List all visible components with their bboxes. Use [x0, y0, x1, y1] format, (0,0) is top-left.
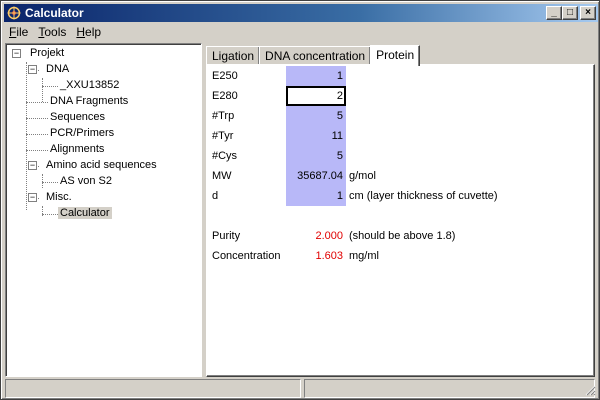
menu-help[interactable]: Help — [71, 23, 106, 41]
tree-connector — [42, 78, 43, 102]
tree-item-label: Sequences — [50, 111, 106, 123]
tree-item-label: Amino acid sequences — [46, 159, 157, 171]
tab-ligation[interactable]: Ligation — [206, 46, 261, 65]
unit-d: cm (layer thickness of cuvette) — [349, 190, 498, 202]
result-label-concentration: Concentration — [212, 250, 281, 262]
tab-protein[interactable]: Protein — [370, 45, 421, 66]
tree-item-calculator[interactable]: Calculator — [58, 205, 112, 221]
tree-item-sequences[interactable]: Sequences — [48, 109, 107, 125]
param-input-e280[interactable]: 2 — [286, 86, 346, 106]
tree-item-label: _XXU13852 — [60, 79, 120, 91]
menu-bar: File Tools Help — [4, 23, 598, 41]
menu-help-accel: H — [76, 25, 86, 39]
param-label-e250: E250 — [212, 70, 238, 82]
menu-help-label: elp — [85, 25, 102, 39]
param-input-mw[interactable]: 35687.04 — [286, 166, 346, 186]
param-input-trp[interactable]: 5 — [286, 106, 346, 126]
param-input-tyr[interactable]: 11 — [286, 126, 346, 146]
project-tree[interactable]: − Projekt − DNA _XXU13852 DNA Fragments … — [5, 43, 202, 377]
param-input-cys[interactable]: 5 — [286, 146, 346, 166]
tree-item-dna[interactable]: DNA — [44, 61, 71, 77]
collapse-icon[interactable]: − — [28, 161, 37, 170]
tree-connector — [42, 86, 58, 87]
protein-tab-content: E250 1 E280 2 #Trp 5 #Tyr 11 #Cys 5 MW 3… — [206, 64, 595, 377]
calculator-window: Calculator _ □ × File Tools Help − Proje… — [0, 0, 600, 400]
tree-connector — [26, 102, 48, 103]
tree-connector — [26, 118, 48, 119]
param-label-e280: E280 — [212, 90, 238, 102]
result-label-purity: Purity — [212, 230, 241, 242]
param-label-trp: #Trp — [212, 110, 235, 122]
tree-item-pcr-primers[interactable]: PCR/Primers — [48, 125, 116, 141]
tree-item-xxu13852[interactable]: _XXU13852 — [58, 77, 121, 93]
tree-item-alignments[interactable]: Alignments — [48, 141, 106, 157]
tree-item-label: DNA Fragments — [50, 95, 129, 107]
param-input-e250[interactable]: 1 — [286, 66, 346, 86]
tree-connector — [42, 182, 58, 183]
status-pane-left — [5, 379, 301, 398]
tree-item-label: DNA — [46, 63, 70, 75]
tree-item-as-von-s2[interactable]: AS von S2 — [58, 173, 114, 189]
result-note-concentration: mg/ml — [349, 250, 379, 262]
menu-file-label: ile — [16, 25, 29, 39]
close-icon: × — [585, 7, 591, 18]
collapse-icon[interactable]: − — [12, 49, 21, 58]
result-value-concentration: 1.603 — [315, 250, 343, 262]
unit-mw: g/mol — [349, 170, 376, 182]
window-title: Calculator — [25, 6, 84, 20]
tree-connector — [42, 174, 43, 188]
tree-connector — [26, 62, 27, 210]
param-input-d[interactable]: 1 — [286, 186, 346, 206]
menu-tools[interactable]: Tools — [33, 23, 71, 41]
maximize-button[interactable]: □ — [562, 6, 578, 20]
menu-file[interactable]: File — [4, 23, 33, 41]
tree-item-label: Calculator — [58, 207, 112, 219]
tree-item-misc[interactable]: Misc. — [44, 189, 74, 205]
param-label-mw: MW — [212, 170, 232, 182]
param-label-cys: #Cys — [212, 150, 238, 162]
calculator-panel: Ligation DNA concentration Protein E250 … — [204, 43, 597, 377]
result-note-purity: (should be above 1.8) — [349, 230, 456, 242]
title-bar[interactable]: Calculator _ □ × — [4, 4, 598, 22]
tab-strip: Ligation DNA concentration Protein — [206, 43, 421, 66]
status-bar — [4, 379, 598, 398]
title-buttons: _ □ × — [546, 6, 596, 20]
tree-item-label: PCR/Primers — [50, 127, 115, 139]
tree-item-label: Projekt — [30, 47, 65, 59]
close-button[interactable]: × — [580, 6, 596, 20]
maximize-icon: □ — [566, 7, 574, 18]
collapse-icon[interactable]: − — [28, 193, 37, 202]
collapse-icon[interactable]: − — [28, 65, 37, 74]
tree-item-dna-fragments[interactable]: DNA Fragments — [48, 93, 130, 109]
tree-item-projekt[interactable]: Projekt — [28, 45, 66, 61]
result-value-purity: 2.000 — [315, 230, 343, 242]
minimize-icon: _ — [551, 7, 557, 18]
tree-item-amino-acid-sequences[interactable]: Amino acid sequences — [44, 157, 159, 173]
param-label-d: d — [212, 190, 219, 202]
tree-connector — [26, 134, 48, 135]
menu-tools-label: ools — [44, 25, 67, 39]
tree-item-label: Alignments — [50, 143, 105, 155]
resize-grip-icon[interactable] — [584, 384, 596, 396]
param-label-tyr: #Tyr — [212, 130, 234, 142]
tree-item-label: Misc. — [46, 191, 72, 203]
tab-dna-concentration[interactable]: DNA concentration — [259, 46, 372, 65]
tree-connector — [26, 150, 48, 151]
calculator-app-icon[interactable] — [7, 6, 21, 20]
status-pane-right — [304, 379, 595, 398]
minimize-button[interactable]: _ — [546, 6, 562, 20]
tree-item-label: AS von S2 — [60, 175, 112, 187]
tree-connector — [42, 214, 58, 215]
